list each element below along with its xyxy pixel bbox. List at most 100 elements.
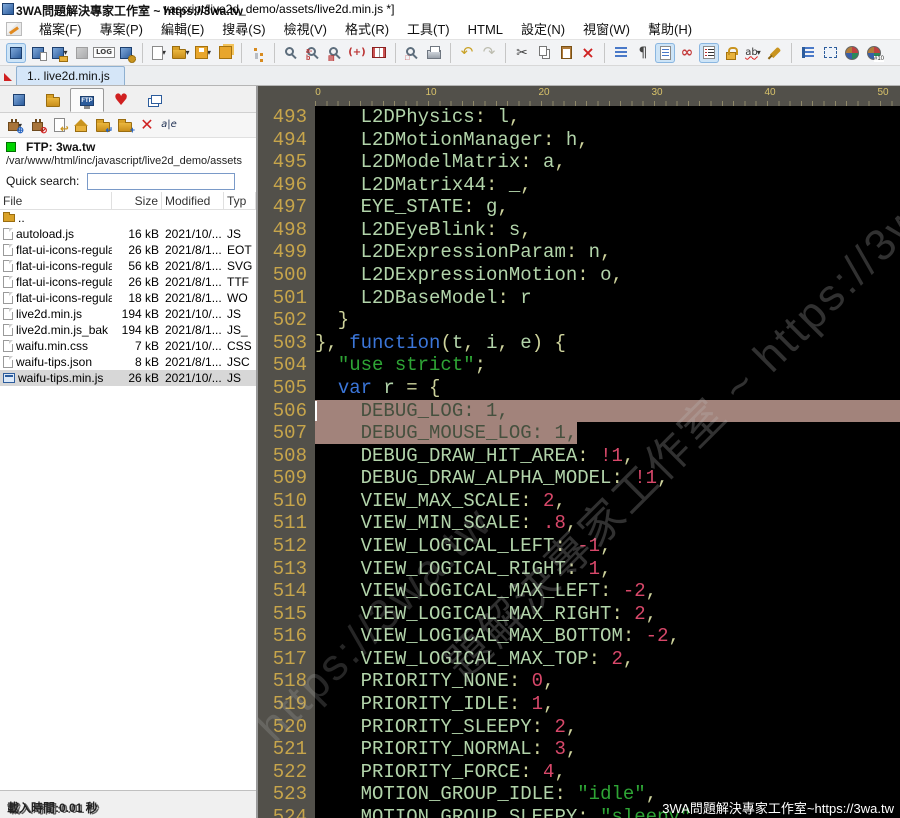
ftp-home-button[interactable] xyxy=(71,115,91,135)
sort-lines-button[interactable] xyxy=(611,43,631,63)
print-button[interactable] xyxy=(424,43,444,63)
spell-check-button[interactable]: ab ▾ xyxy=(743,43,763,63)
menu-item-0[interactable]: 檔案(F) xyxy=(30,20,91,39)
code-line[interactable]: 502 } xyxy=(258,309,900,332)
code-line[interactable]: 498 L2DEyeBlink: s, xyxy=(258,218,900,242)
line-content[interactable]: VIEW_LOGICAL_MAX_TOP: 2, xyxy=(315,648,900,671)
tab-live2d-min-js[interactable]: 1.. live2d.min.js xyxy=(16,66,125,85)
ftp-monitor-icon[interactable]: FTP xyxy=(77,90,97,110)
sidebar-tab-favorites[interactable]: ♥ xyxy=(104,88,138,112)
find-in-files-button[interactable]: ▤ xyxy=(325,43,345,63)
save-all-button[interactable] xyxy=(215,43,235,63)
column-select-button[interactable] xyxy=(820,43,840,63)
new-file-button[interactable]: ▾ xyxy=(149,43,169,63)
line-content[interactable]: VIEW_LOGICAL_LEFT: -1, xyxy=(315,535,900,558)
line-content[interactable]: VIEW_LOGICAL_MAX_RIGHT: 2, xyxy=(315,603,900,626)
browser-preview-button[interactable]: □ xyxy=(402,43,422,63)
line-numbers-button[interactable] xyxy=(699,42,719,63)
line-content[interactable]: PRIORITY_FORCE: 4, xyxy=(315,761,900,784)
line-content[interactable]: DEBUG_LOG: 1, xyxy=(315,399,900,423)
delete-button[interactable]: × xyxy=(578,43,598,63)
line-content[interactable]: VIEW_LOGICAL_MAX_BOTTOM: -2, xyxy=(315,625,900,648)
line-content[interactable]: DEBUG_DRAW_ALPHA_MODEL: !1, xyxy=(315,467,900,490)
project-open-button[interactable]: ▾ xyxy=(50,43,70,63)
ftp-rename-button[interactable]: a|e xyxy=(159,115,179,135)
line-content[interactable]: L2DMotionManager: h, xyxy=(315,129,900,152)
function-list-button[interactable] xyxy=(842,43,862,63)
line-content[interactable]: L2DExpressionMotion: o, xyxy=(315,264,900,287)
line-content[interactable]: }, function(t, i, e) { xyxy=(315,332,900,355)
column-header-typ[interactable]: Typ xyxy=(224,192,256,209)
code-line[interactable]: 506 DEBUG_LOG: 1, xyxy=(258,399,900,423)
quick-search-input[interactable] xyxy=(87,172,236,190)
line-content[interactable]: L2DBaseModel: r xyxy=(315,287,900,310)
cube-icon[interactable] xyxy=(9,90,29,110)
column-header-file[interactable]: File xyxy=(0,192,112,209)
find-button[interactable] xyxy=(281,43,301,63)
menu-item-1[interactable]: 專案(P) xyxy=(91,20,152,39)
line-content[interactable]: "use strict"; xyxy=(315,354,900,377)
code-line[interactable]: 507 DEBUG_MOUSE_LOG: 1, xyxy=(258,422,900,445)
code-line[interactable]: 511 VIEW_MIN_SCALE: .8, xyxy=(258,512,900,535)
file-row[interactable]: autoload.js 16 kB 2021/10/... JS xyxy=(0,226,256,242)
save-button[interactable]: ▾ xyxy=(193,43,213,63)
file-row[interactable]: .. xyxy=(0,210,256,226)
line-content[interactable]: L2DModelMatrix: a, xyxy=(315,151,900,174)
code-line[interactable]: 517 VIEW_LOGICAL_MAX_TOP: 2, xyxy=(258,647,900,671)
code-line[interactable]: 500 L2DExpressionMotion: o, xyxy=(258,264,900,287)
show-paragraph-button[interactable]: ¶ xyxy=(633,43,653,63)
line-content[interactable]: DEBUG_DRAW_HIT_AREA: !1, xyxy=(315,445,900,468)
code-line[interactable]: 518 PRIORITY_NONE: 0, xyxy=(258,670,900,694)
column-header-size[interactable]: Size xyxy=(112,192,162,209)
windows-icon[interactable] xyxy=(145,90,165,110)
line-content[interactable]: L2DMatrix44: _, xyxy=(315,174,900,197)
indent-button[interactable] xyxy=(798,43,818,63)
code-line[interactable]: 505 var r = { xyxy=(258,376,900,400)
code-line[interactable]: 520 PRIORITY_SLEEPY: 2, xyxy=(258,715,900,739)
ftp-delete-button[interactable]: ✕ xyxy=(137,115,157,135)
menu-item-5[interactable]: 格式(R) xyxy=(336,20,398,39)
code-line[interactable]: 513 VIEW_LOGICAL_RIGHT: 1, xyxy=(258,557,900,581)
file-row[interactable]: live2d.min.js_bak 194 kB 2021/8/1... JS_ xyxy=(0,322,256,338)
folder-icon[interactable] xyxy=(43,90,63,110)
log-view-button[interactable]: LOG xyxy=(93,43,115,63)
code-line[interactable]: 494 L2DMotionManager: h, xyxy=(258,128,900,152)
code-line[interactable]: 501 L2DBaseModel: r xyxy=(258,286,900,310)
redo-button[interactable]: ↷ xyxy=(479,43,499,63)
match-brace-button[interactable]: (+) xyxy=(347,43,367,63)
sidebar-tab-project[interactable] xyxy=(2,88,36,112)
project-disabled-button[interactable] xyxy=(72,43,92,63)
file-row[interactable]: flat-ui-icons-regula... 26 kB 2021/8/1... T… xyxy=(0,274,256,290)
file-tree-button[interactable] xyxy=(248,43,268,63)
code-line[interactable]: 499 L2DExpressionParam: n, xyxy=(258,241,900,265)
sidebar-tab-cliptext[interactable] xyxy=(138,88,172,112)
ftp-folder-up-button[interactable]: ↵ xyxy=(93,115,113,135)
pin-button[interactable] xyxy=(765,43,785,63)
code-line[interactable]: 493 L2DPhysics: l, xyxy=(258,106,900,129)
code-line[interactable]: 510 VIEW_MAX_SCALE: 2, xyxy=(258,489,900,513)
line-content[interactable]: VIEW_LOGICAL_RIGHT: 1, xyxy=(315,558,900,581)
open-file-button[interactable]: ▾ xyxy=(171,43,191,63)
ftp-disconnect-button[interactable]: ⊘ xyxy=(27,115,48,135)
file-row[interactable]: live2d.min.js 194 kB 2021/10/... JS xyxy=(0,306,256,322)
paste-button[interactable] xyxy=(556,43,576,63)
code-line[interactable]: 516 VIEW_LOGICAL_MAX_BOTTOM: -2, xyxy=(258,625,900,648)
code-line[interactable]: 497 EYE_STATE: g, xyxy=(258,196,900,219)
project-button[interactable] xyxy=(6,42,26,63)
side-by-side-button[interactable] xyxy=(369,43,389,63)
file-row[interactable]: waifu-tips.json 8 kB 2021/8/1... JSC xyxy=(0,354,256,370)
line-content[interactable]: } xyxy=(315,309,900,332)
code-line[interactable]: 512 VIEW_LOGICAL_LEFT: -1, xyxy=(258,534,900,558)
line-content[interactable]: PRIORITY_SLEEPY: 2, xyxy=(315,716,900,739)
cut-button[interactable]: ✂ xyxy=(512,43,532,63)
line-content[interactable]: PRIORITY_NONE: 0, xyxy=(315,670,900,693)
file-row[interactable]: flat-ui-icons-regula... 18 kB 2021/8/1... W… xyxy=(0,290,256,306)
read-only-lock-button[interactable] xyxy=(721,43,741,63)
line-content[interactable]: EYE_STATE: g, xyxy=(315,196,900,219)
code-line[interactable]: 496 L2DMatrix44: _, xyxy=(258,173,900,197)
ftp-connect-button[interactable]: ⊕ ▾ xyxy=(5,115,25,135)
line-content[interactable]: L2DExpressionParam: n, xyxy=(315,241,900,264)
copy-button[interactable] xyxy=(534,43,554,63)
file-row[interactable]: waifu.min.css 7 kB 2021/10/... CSS xyxy=(0,338,256,354)
replace-button[interactable]: a-b xyxy=(303,43,323,63)
